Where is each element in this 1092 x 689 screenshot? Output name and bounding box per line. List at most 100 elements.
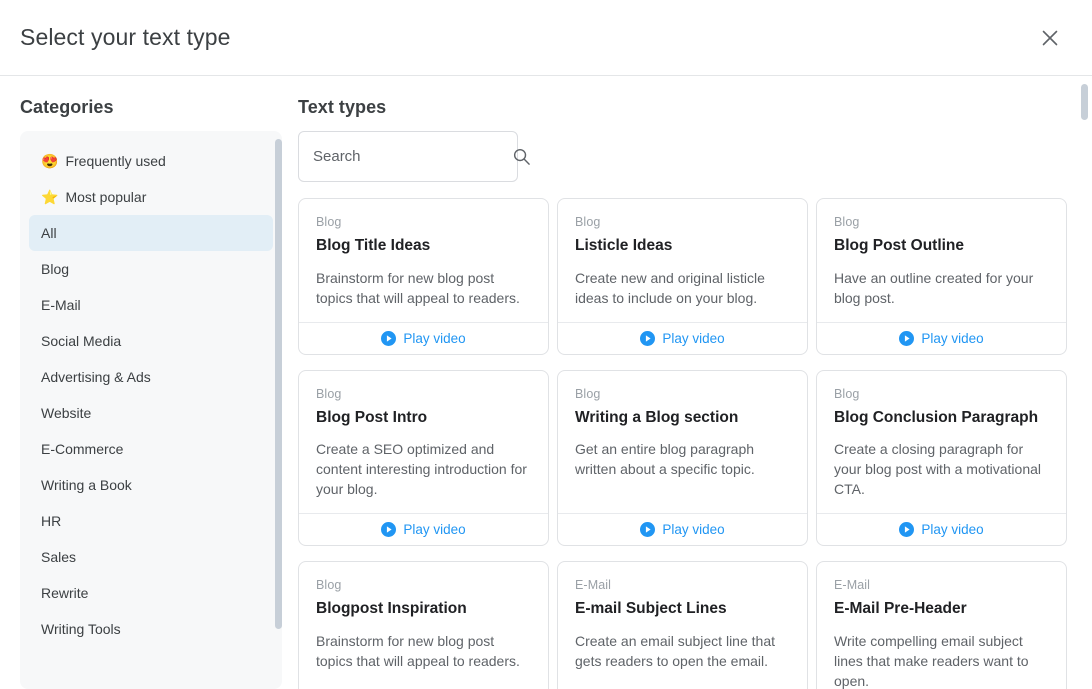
play-video-icon — [899, 522, 915, 538]
sidebar-item-writing-tools[interactable]: Writing Tools — [29, 611, 273, 647]
card-category-label: E-Mail — [834, 578, 871, 593]
text-types-scroll-area: Blog Blog Title Ideas Brainstorm for new b… — [298, 198, 1092, 689]
card-category-label: Blog — [575, 386, 601, 401]
text-types-column: Text types Blog Blog Title Ideas Brainstor… — [298, 76, 1092, 689]
play-video-button[interactable]: Play video — [299, 321, 548, 354]
card-description: Have an outline created for your blog po… — [834, 269, 1034, 306]
search-icon[interactable] — [512, 147, 531, 166]
card-body: Blog Blog Conclusion Paragraph Create a cl… — [817, 371, 1066, 514]
card-body: Blog Blog Title Ideas Brainstorm for new b… — [299, 199, 548, 322]
text-types-scrollbar-thumb[interactable] — [1081, 84, 1088, 120]
text-type-card[interactable]: E-Mail E-mail Subject Lines Create an emai… — [557, 561, 808, 689]
sidebar-item-advertising-ads[interactable]: Advertising & Ads — [29, 359, 273, 395]
play-video-label: Play video — [921, 522, 984, 538]
text-type-card[interactable]: Blog Blog Title Ideas Brainstorm for new b… — [298, 198, 549, 355]
play-video-icon — [381, 522, 397, 538]
search-box[interactable] — [298, 131, 530, 183]
text-type-card[interactable]: Blog Listicle Ideas Create new and origina… — [557, 198, 808, 355]
sidebar-item-label: Writing a Book — [41, 477, 132, 493]
card-title: Blog Title Ideas — [316, 237, 431, 255]
sidebar-item-label: Frequently used — [65, 153, 166, 169]
categories-scrollbar-thumb[interactable] — [275, 139, 282, 629]
card-description: Create a SEO optimized and content inter… — [316, 441, 527, 498]
play-video-button[interactable]: Play video — [558, 321, 807, 354]
sidebar-item-label: Rewrite — [41, 585, 89, 601]
sidebar-item-most-popular[interactable]: ⭐ Most popular — [29, 179, 273, 215]
sidebar-item-rewrite[interactable]: Rewrite — [29, 575, 273, 611]
card-title: Blogpost Inspiration — [316, 600, 467, 618]
sidebar-item-sales[interactable]: Sales — [29, 539, 273, 575]
sidebar-item-social-media[interactable]: Social Media — [29, 323, 273, 359]
card-description: Get an entire blog paragraph written abo… — [575, 441, 755, 478]
play-video-label: Play video — [403, 330, 466, 346]
play-video-button[interactable]: Play video — [817, 513, 1066, 545]
sidebar-item-label: Blog — [41, 261, 70, 277]
sidebar-item-label: E-Commerce — [41, 441, 124, 457]
page-title: Select your text type — [20, 24, 231, 50]
play-video-label: Play video — [921, 330, 984, 346]
text-types-scrollbar[interactable] — [1081, 76, 1088, 689]
text-type-card[interactable]: Blog Blog Conclusion Paragraph Create a cl… — [816, 369, 1067, 547]
text-type-card[interactable]: Blog Blog Post Intro Create a SEO optimize… — [298, 369, 549, 547]
sidebar-item-frequently-used[interactable]: 😍 Frequently used — [29, 143, 273, 179]
card-title: Blog Post Outline — [834, 237, 965, 255]
sidebar-item-emoji: 😍 — [41, 153, 59, 169]
sidebar-item-label: HR — [41, 513, 62, 529]
sidebar-item-all[interactable]: All — [29, 215, 273, 251]
card-category-label: E-Mail — [575, 578, 612, 593]
card-category-label: Blog — [834, 215, 860, 230]
play-video-icon — [640, 330, 656, 346]
text-type-card[interactable]: E-Mail E-Mail Pre-Header Write compelling … — [816, 561, 1067, 689]
card-description: Create an email subject line that gets r… — [575, 632, 775, 669]
card-body: Blog Listicle Ideas Create new and origina… — [558, 199, 807, 322]
card-body: Blog Blogpost Inspiration Brainstorm for n… — [299, 562, 548, 689]
sidebar-item-label: Writing Tools — [41, 621, 121, 637]
play-video-icon — [899, 330, 915, 346]
categories-scrollbar[interactable] — [275, 131, 282, 689]
sidebar-item-label: Social Media — [41, 333, 122, 349]
text-type-card[interactable]: Blog Blog Post Outline Have an outline cre… — [816, 198, 1067, 355]
card-description: Brainstorm for new blog post topics that… — [316, 269, 520, 306]
sidebar-item-label: Sales — [41, 549, 77, 565]
categories-panel: 😍 Frequently used ⭐ Most popular All Blog E-Ma… — [20, 131, 282, 689]
card-title: Listicle Ideas — [575, 237, 673, 255]
sidebar-item-website[interactable]: Website — [29, 395, 273, 431]
play-video-icon — [381, 330, 397, 346]
sidebar-item-blog[interactable]: Blog — [29, 251, 273, 287]
close-icon — [1041, 29, 1059, 47]
sidebar-item-hr[interactable]: HR — [29, 503, 273, 539]
card-body: Blog Blog Post Outline Have an outline cre… — [817, 199, 1066, 322]
card-category-label: Blog — [316, 386, 342, 401]
card-body: E-Mail E-Mail Pre-Header Write compelling … — [817, 562, 1066, 689]
sidebar-item-label: All — [41, 225, 57, 241]
sidebar-item-label: Most popular — [65, 189, 147, 205]
sidebar-item-emoji: ⭐ — [41, 189, 59, 205]
close-button[interactable] — [1034, 22, 1066, 54]
card-title: Blog Conclusion Paragraph — [834, 408, 1039, 426]
play-video-label: Play video — [403, 522, 466, 538]
categories-heading: Categories — [20, 97, 114, 117]
text-type-card[interactable]: Blog Blogpost Inspiration Brainstorm for n… — [298, 561, 549, 689]
sidebar-item-writing-a-book[interactable]: Writing a Book — [29, 467, 273, 503]
select-text-type-dialog: Select your text type Categories 😍 Freque… — [0, 0, 1092, 689]
text-types-heading: Text types — [298, 97, 387, 117]
play-video-button[interactable]: Play video — [299, 513, 548, 545]
play-video-icon — [640, 522, 656, 538]
card-title: Blog Post Intro — [316, 408, 428, 426]
card-category-label: Blog — [316, 578, 342, 593]
play-video-button[interactable]: Play video — [558, 513, 807, 545]
sidebar-item-e-mail[interactable]: E-Mail — [29, 287, 273, 323]
card-category-label: Blog — [834, 386, 860, 401]
play-video-button[interactable]: Play video — [817, 321, 1066, 354]
dialog-body: Categories 😍 Frequently used ⭐ Most popular… — [0, 76, 1092, 689]
card-title: E-mail Subject Lines — [575, 600, 727, 618]
card-description: Create new and original listicle ideas t… — [575, 269, 765, 306]
categories-column: Categories 😍 Frequently used ⭐ Most popular… — [0, 76, 298, 689]
search-input[interactable] — [313, 148, 512, 166]
card-body: Blog Blog Post Intro Create a SEO optimize… — [299, 371, 548, 514]
sidebar-item-label: E-Mail — [41, 297, 81, 313]
sidebar-item-e-commerce[interactable]: E-Commerce — [29, 431, 273, 467]
text-type-card[interactable]: Blog Writing a Blog section Get an entire … — [557, 369, 808, 547]
categories-list: 😍 Frequently used ⭐ Most popular All Blog E-Ma… — [20, 131, 282, 659]
card-body: E-Mail E-mail Subject Lines Create an emai… — [558, 562, 807, 689]
